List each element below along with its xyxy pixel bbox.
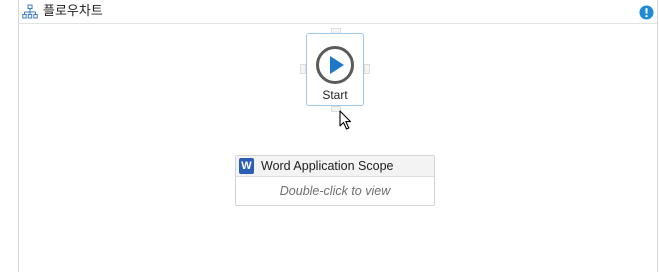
word-application-scope-activity[interactable]: W Word Application Scope Double-click to… xyxy=(235,155,435,206)
mouse-cursor-icon xyxy=(339,110,352,130)
panel-title: 플로우차트 xyxy=(43,4,103,19)
activity-header: W Word Application Scope xyxy=(236,156,434,177)
start-label: Start xyxy=(322,88,348,102)
activity-hint: Double-click to view xyxy=(279,184,391,198)
word-icon: W xyxy=(239,158,254,174)
activity-title: Word Application Scope xyxy=(261,159,394,173)
flowchart-icon xyxy=(22,4,38,19)
warning-icon[interactable] xyxy=(639,5,654,20)
panel-header: 플로우차트 xyxy=(19,0,657,24)
connector-right[interactable] xyxy=(364,64,370,74)
play-icon xyxy=(316,46,354,84)
designer-canvas: 플로우차트 Start W Word Application Scope Dou… xyxy=(0,0,659,272)
